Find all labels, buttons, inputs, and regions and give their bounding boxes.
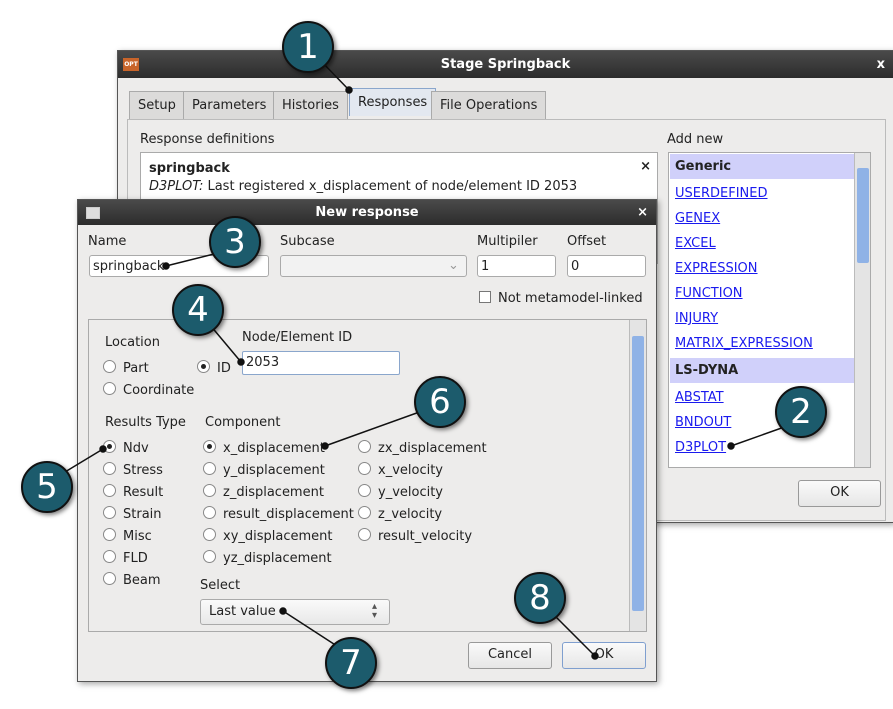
callout-5: 5 bbox=[21, 461, 73, 513]
callout-dot-2 bbox=[727, 442, 735, 450]
callout-7: 7 bbox=[325, 637, 377, 689]
callout-dot-5 bbox=[99, 445, 107, 453]
callout-line-4 bbox=[209, 324, 242, 363]
callout-1: 1 bbox=[282, 21, 334, 73]
callout-6: 6 bbox=[414, 376, 466, 428]
callout-8: 8 bbox=[514, 572, 566, 624]
callout-dot-8 bbox=[591, 652, 599, 660]
callout-line-6 bbox=[324, 409, 426, 447]
callout-line-8 bbox=[550, 611, 596, 657]
callout-dot-1 bbox=[345, 86, 353, 94]
callout-lines bbox=[59, 59, 791, 660]
callout-line-7 bbox=[282, 610, 341, 649]
callout-dot-7 bbox=[279, 607, 287, 615]
callout-dot-6 bbox=[321, 442, 329, 450]
callout-2: 2 bbox=[775, 386, 827, 438]
callout-dot-3 bbox=[162, 262, 170, 270]
callout-4: 4 bbox=[172, 284, 224, 336]
callout-dot-4 bbox=[237, 358, 245, 366]
callout-3: 3 bbox=[209, 216, 261, 268]
